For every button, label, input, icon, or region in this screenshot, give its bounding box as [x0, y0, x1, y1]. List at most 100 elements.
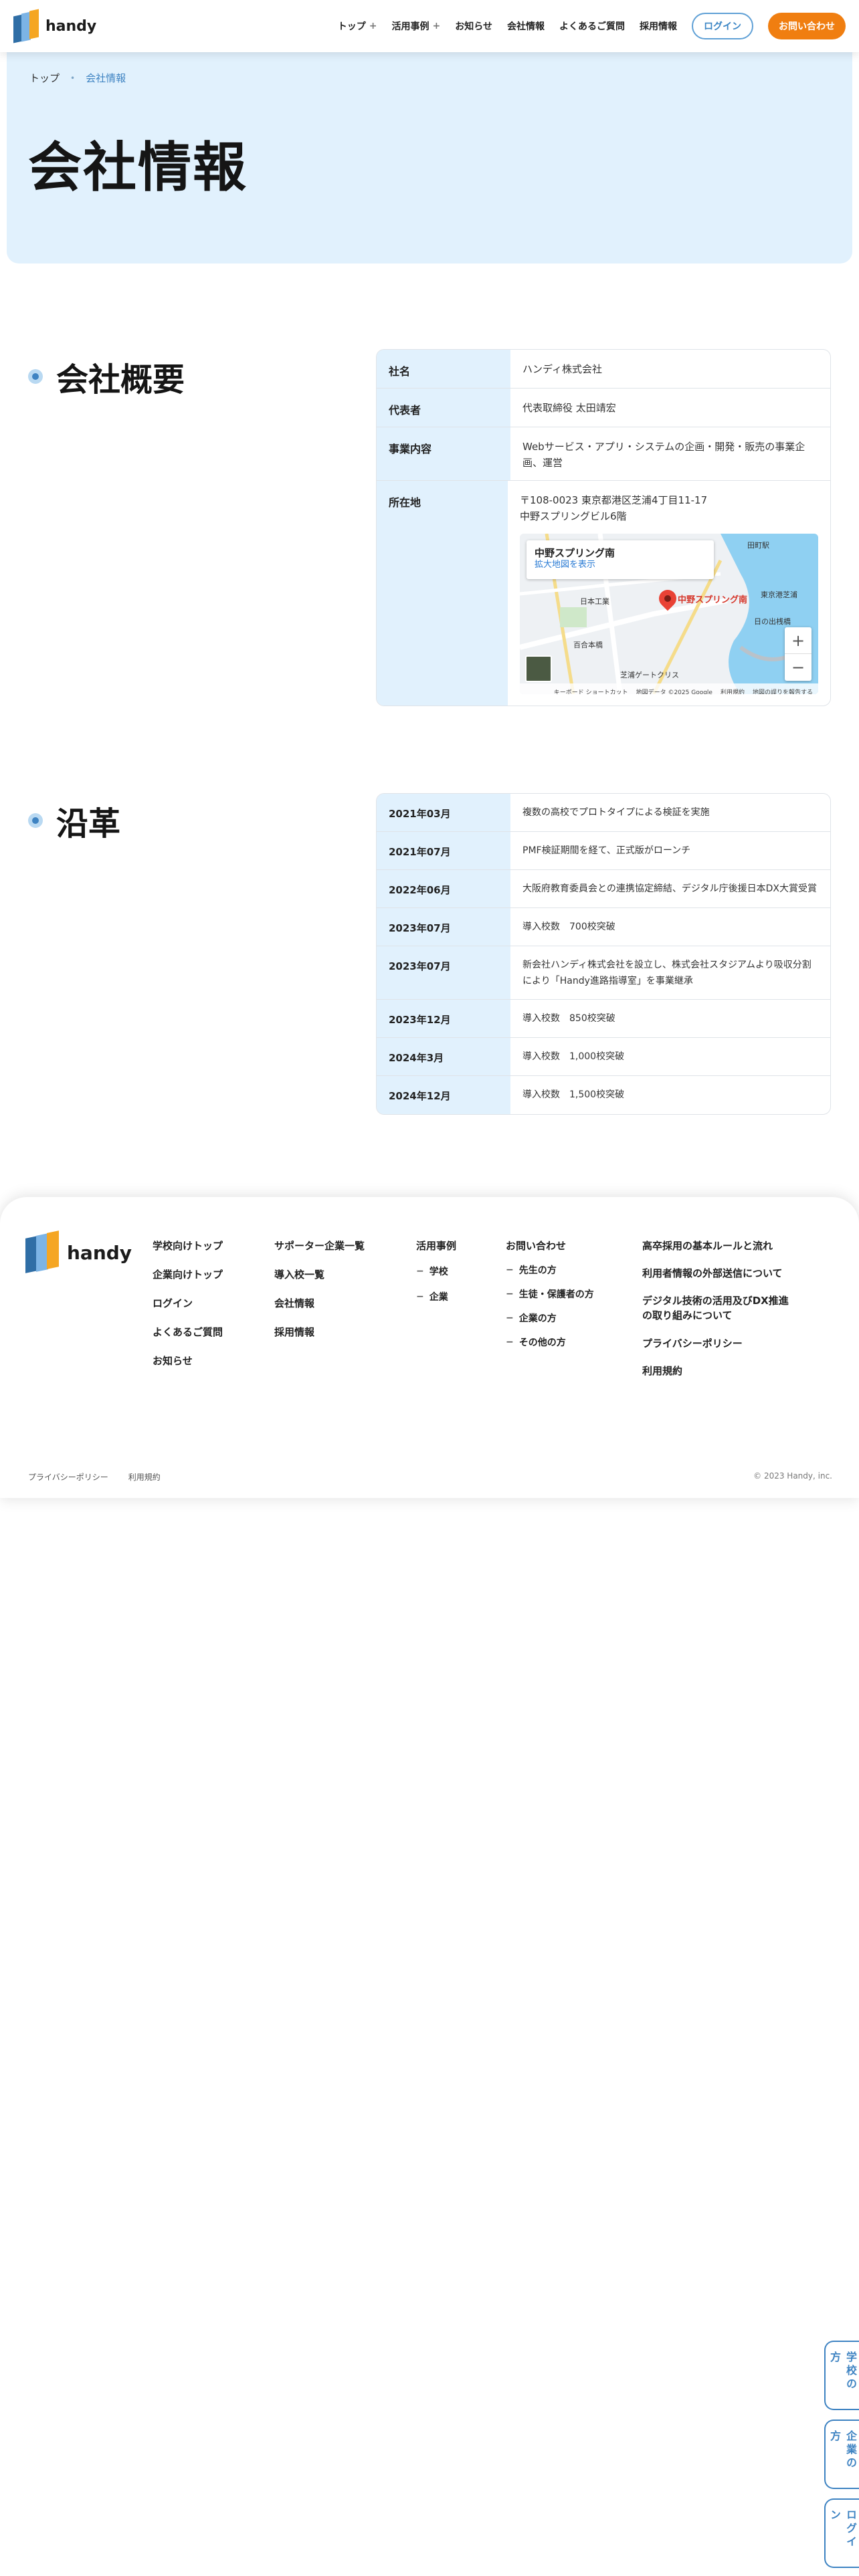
nav-item-recruit[interactable]: 採用情報	[640, 19, 677, 33]
map-label: 芝浦ゲートクリス	[620, 671, 679, 679]
table-row: 2023年07月 新会社ハンディ株式会社を設立し、株式会社スタジアムより吸収分割…	[377, 946, 830, 1000]
logo-icon	[25, 1230, 60, 1273]
footer-link[interactable]: よくあるご質問	[153, 1325, 223, 1339]
main-nav: トップ + 活用事例 + お知らせ 会社情報 よくあるご質問 採用情報 ログイン…	[338, 13, 846, 39]
nav-item-faq[interactable]: よくあるご質問	[559, 19, 625, 33]
history-date: 2023年07月	[377, 946, 510, 999]
history-date: 2021年07月	[377, 832, 510, 869]
zoom-out-button[interactable]: −	[785, 654, 812, 681]
bullet-dot-icon	[28, 369, 43, 384]
footer-logo-text: handy	[67, 1241, 132, 1264]
side-tab-login[interactable]: ログイン	[824, 2498, 859, 2568]
table-row: 2024年12月 導入校数 1,500校突破	[377, 1076, 830, 1114]
history-title: 沿革	[56, 805, 121, 843]
footer-col-4: お問い合わせ − 先生の方 − 生徒・保護者の方 − 企業の方 − その他の方	[506, 1239, 594, 1349]
history-date: 2024年12月	[377, 1076, 510, 1114]
table-row: 2021年07月 PMF検証期間を経て、正式版がローンチ	[377, 832, 830, 870]
map-enlarge-link[interactable]: 拡大地図を表示	[535, 559, 706, 571]
footer-terms-link[interactable]: 利用規約	[128, 1471, 161, 1483]
footer-sublink-label: 企業の方	[518, 1313, 557, 1324]
breadcrumb-top[interactable]: トップ	[29, 71, 60, 85]
nav-item-news[interactable]: お知らせ	[455, 19, 492, 33]
side-tabs: 学校の方 企業の方 ログイン	[824, 2341, 859, 2568]
dash-icon: −	[506, 1313, 514, 1323]
map-attr-data: 地図データ ©2025 Google	[636, 689, 712, 694]
footer-link[interactable]: 高卒採用の基本ルールと流れ	[642, 1239, 796, 1253]
nav-item-company[interactable]: 会社情報	[507, 19, 545, 33]
table-row: 社名 ハンディ株式会社	[377, 350, 830, 389]
footer-col-2: サポーター企業一覧 導入校一覧 会社情報 採用情報	[274, 1239, 365, 1339]
zoom-in-button[interactable]: +	[785, 627, 812, 654]
footer-sublink[interactable]: − 学校	[416, 1265, 456, 1278]
history-text: PMF検証期間を経て、正式版がローンチ	[522, 845, 691, 856]
plus-icon: +	[432, 21, 441, 31]
nav-label: 会社情報	[507, 21, 545, 32]
row-value: 代表取締役 太田靖宏	[522, 402, 616, 414]
embedded-map[interactable]: 田町駅 日の出桟橋 東京港芝浦 日本工業 芝浦ゲートクリス 百合本橋 中野スプリ…	[520, 534, 818, 694]
footer-link[interactable]: 企業向けトップ	[153, 1267, 223, 1281]
footer-link[interactable]: 会社情報	[274, 1296, 365, 1310]
footer-sublink[interactable]: − 企業	[416, 1290, 456, 1303]
footer-sublink[interactable]: − 企業の方	[506, 1311, 594, 1325]
history-date: 2023年12月	[377, 1000, 510, 1037]
footer-link[interactable]: 導入校一覧	[274, 1267, 365, 1281]
map-attr-report[interactable]: 地図の誤りを報告する	[753, 685, 813, 694]
site-header: handy トップ + 活用事例 + お知らせ 会社情報 よくあるご質問 採用情…	[0, 0, 859, 52]
footer-link[interactable]: お問い合わせ	[506, 1239, 594, 1253]
bullet-dot-icon	[28, 813, 43, 828]
footer-link[interactable]: 採用情報	[274, 1325, 365, 1339]
map-place-card: 中野スプリング南 拡大地図を表示	[527, 540, 714, 579]
side-tab-company[interactable]: 企業の方	[824, 2420, 859, 2489]
nav-item-top[interactable]: トップ +	[338, 19, 377, 33]
contact-button[interactable]: お問い合わせ	[768, 13, 846, 39]
footer-link[interactable]: 学校向けトップ	[153, 1239, 223, 1253]
footer-link[interactable]: 活用事例	[416, 1239, 456, 1253]
footer-col-5: 高卒採用の基本ルールと流れ 利用者情報の外部送信について デジタル技術の活用及び…	[642, 1239, 796, 1378]
map-place-name: 中野スプリング南	[535, 547, 615, 559]
page-hero: トップ • 会社情報 会社情報	[7, 52, 852, 263]
footer-col-3: 活用事例 − 学校 − 企業	[416, 1239, 456, 1303]
login-button[interactable]: ログイン	[692, 13, 753, 39]
table-row: 事業内容 Webサービス・アプリ・システムの企画・開発・販売の事業企画、運営	[377, 427, 830, 481]
history-heading: 沿革	[28, 797, 120, 844]
table-row: 代表者 代表取締役 太田靖宏	[377, 389, 830, 427]
side-tab-school[interactable]: 学校の方	[824, 2341, 859, 2410]
footer-link[interactable]: ログイン	[153, 1296, 223, 1310]
copyright: © 2023 Handy, inc.	[753, 1471, 832, 1481]
footer-link[interactable]: 利用者情報の外部送信について	[642, 1266, 796, 1280]
table-row: 2023年07月 導入校数 700校突破	[377, 908, 830, 946]
history-text: 新会社ハンディ株式会社を設立し、株式会社スタジアムより吸収分割により「Handy…	[522, 960, 812, 986]
history-text: 導入校数 1,500校突破	[522, 1089, 625, 1100]
history-text: 複数の高校でプロトタイプによる検証を実施	[522, 807, 710, 818]
history-date: 2023年07月	[377, 908, 510, 946]
footer-link[interactable]: お知らせ	[153, 1354, 223, 1368]
table-row: 2024年3月 導入校数 1,000校突破	[377, 1038, 830, 1076]
map-attr-shortcuts[interactable]: キーボード ショートカット	[554, 685, 628, 694]
overview-title: 会社概要	[56, 361, 185, 399]
map-attr-terms[interactable]: 利用規約	[721, 685, 745, 694]
address-line1: 〒108-0023 東京都港区芝浦4丁目11-17	[520, 494, 708, 506]
footer-sublink-label: その他の方	[518, 1337, 566, 1348]
nav-item-cases[interactable]: 活用事例 +	[392, 19, 441, 33]
map-layer-thumbnail[interactable]	[525, 655, 552, 682]
history-table: 2021年03月 複数の高校でプロトタイプによる検証を実施 2021年07月 P…	[376, 793, 831, 1115]
footer-link[interactable]: デジタル技術の活用及びDX推進の取り組みについて	[642, 1293, 796, 1323]
map-attribution: キーボード ショートカット 地図データ ©2025 Google 利用規約 地図…	[520, 683, 818, 694]
page-title: 会社情報	[28, 136, 248, 199]
footer-sublink[interactable]: − 先生の方	[506, 1263, 594, 1277]
dash-icon: −	[416, 1291, 424, 1302]
footer-link[interactable]: サポーター企業一覧	[274, 1239, 365, 1253]
history-text: 大阪府教育委員会との連携協定締結、デジタル庁後援日本DX大賞受賞	[522, 883, 817, 894]
footer-privacy-link[interactable]: プライバシーポリシー	[28, 1471, 108, 1483]
footer-logo[interactable]: handy	[25, 1230, 132, 1273]
footer-sublink[interactable]: − 生徒・保護者の方	[506, 1287, 594, 1301]
logo[interactable]: handy	[13, 9, 96, 43]
nav-label: よくあるご質問	[559, 21, 625, 32]
dash-icon: −	[506, 1337, 514, 1348]
history-date: 2024年3月	[377, 1038, 510, 1075]
plus-icon: +	[369, 21, 377, 31]
footer-link[interactable]: 利用規約	[642, 1364, 796, 1378]
footer-sublink[interactable]: − その他の方	[506, 1335, 594, 1349]
breadcrumb-separator: •	[70, 73, 76, 83]
footer-link[interactable]: プライバシーポリシー	[642, 1336, 796, 1350]
